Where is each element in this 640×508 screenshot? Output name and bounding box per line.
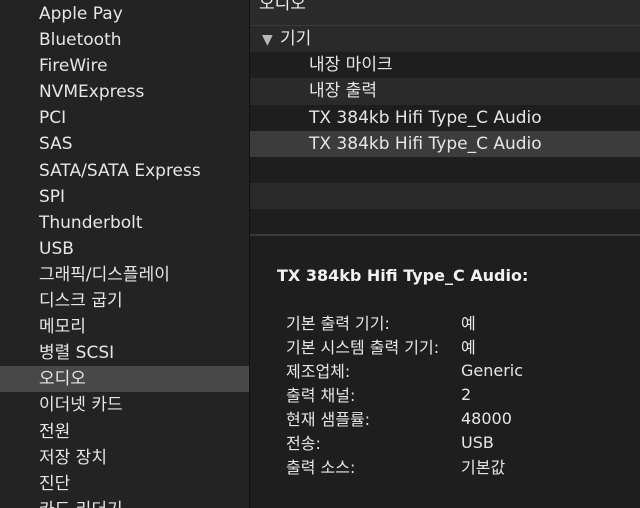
detail-title: TX 384kb Hifi Type_C Audio: (277, 266, 529, 285)
sidebar-item-card-reader[interactable]: 카드 리더기 (0, 497, 249, 508)
tree-row-builtin-output[interactable]: 내장 출력 (250, 78, 640, 105)
sidebar-item-storage[interactable]: 저장 장치 (0, 445, 249, 471)
tree-row-empty (250, 183, 640, 210)
sidebar-list: Apple Pay Bluetooth FireWire NVMExpress … (0, 1, 249, 508)
system-information-window: Apple Pay Bluetooth FireWire NVMExpress … (0, 0, 640, 508)
property-row: 제조업체: Generic (286, 358, 523, 382)
property-table: 기본 출력 기기: 예 기본 시스템 출력 기기: 예 제조업체: Generi… (286, 310, 523, 478)
property-key: 출력 채널: (286, 386, 356, 405)
property-key: 현재 샘플률: (286, 410, 371, 429)
property-row: 전송: USB (286, 430, 523, 454)
property-row: 출력 채널: 2 (286, 382, 523, 406)
property-value: 2 (461, 384, 472, 404)
property-value: 예 (461, 338, 476, 357)
sidebar[interactable]: Apple Pay Bluetooth FireWire NVMExpress … (0, 0, 250, 508)
main-pane: 오디오 ▼ 기기 내장 마이크 내장 출력 TX 384kb Hifi Type_… (250, 0, 640, 508)
sidebar-item-power[interactable]: 전원 (0, 419, 249, 445)
sidebar-item-graphics-display[interactable]: 그래픽/디스플레이 (0, 262, 249, 288)
sidebar-item-parallel-scsi[interactable]: 병렬 SCSI (0, 340, 249, 366)
tree-row-builtin-mic[interactable]: 내장 마이크 (250, 52, 640, 79)
sidebar-item-firewire[interactable]: FireWire (0, 53, 249, 79)
tree-row-tx-audio-2[interactable]: TX 384kb Hifi Type_C Audio (250, 130, 640, 157)
column-header-title: 오디오 (259, 0, 306, 14)
tree-row-empty (250, 156, 640, 184)
sidebar-item-disc-burning[interactable]: 디스크 굽기 (0, 288, 249, 314)
detail-pane: TX 384kb Hifi Type_C Audio: 기본 출력 기기: 예 … (250, 236, 640, 508)
tree-row-empty (250, 209, 640, 236)
property-value: 기본값 (461, 458, 506, 477)
property-key: 제조업체: (286, 362, 351, 381)
sidebar-item-audio[interactable]: 오디오 (0, 366, 249, 393)
property-key: 기본 시스템 출력 기기: (286, 338, 440, 357)
sidebar-item-nvmexpress[interactable]: NVMExpress (0, 79, 249, 105)
column-header[interactable]: 오디오 (250, 0, 640, 26)
property-key: 기본 출력 기기: (286, 314, 390, 333)
sidebar-item-sas[interactable]: SAS (0, 131, 249, 157)
property-key: 전송: (286, 434, 321, 453)
property-value: 48000 (461, 408, 512, 428)
tree-row-label: TX 384kb Hifi Type_C Audio (309, 107, 542, 128)
tree-row-label: 내장 마이크 (309, 55, 393, 76)
sidebar-item-ethernet-cards[interactable]: 이더넷 카드 (0, 392, 249, 418)
disclosure-triangle-down-icon[interactable]: ▼ (262, 27, 276, 53)
device-tree: ▼ 기기 내장 마이크 내장 출력 TX 384kb Hifi Type_C Au… (250, 26, 640, 236)
tree-row-tx-audio-1[interactable]: TX 384kb Hifi Type_C Audio (250, 104, 640, 131)
sidebar-item-memory[interactable]: 메모리 (0, 314, 249, 340)
sidebar-item-diagnostics[interactable]: 진단 (0, 471, 249, 497)
property-value: USB (461, 432, 494, 452)
tree-row-label: 내장 출력 (309, 81, 377, 102)
property-key: 출력 소스: (286, 458, 356, 477)
sidebar-item-usb[interactable]: USB (0, 236, 249, 262)
sidebar-item-spi[interactable]: SPI (0, 184, 249, 210)
property-row: 현재 샘플률: 48000 (286, 406, 523, 430)
sidebar-item-sata[interactable]: SATA/SATA Express (0, 158, 249, 184)
property-value: Generic (461, 360, 524, 380)
sidebar-item-pci[interactable]: PCI (0, 105, 249, 131)
tree-group-label: 기기 (280, 29, 312, 49)
tree-row-label: TX 384kb Hifi Type_C Audio (309, 133, 542, 154)
tree-group-row[interactable]: ▼ 기기 (250, 26, 640, 53)
property-row: 기본 출력 기기: 예 (286, 310, 523, 334)
sidebar-item-apple-pay[interactable]: Apple Pay (0, 1, 249, 27)
property-value: 예 (461, 314, 476, 333)
property-row: 기본 시스템 출력 기기: 예 (286, 334, 523, 358)
sidebar-item-thunderbolt[interactable]: Thunderbolt (0, 210, 249, 236)
sidebar-item-bluetooth[interactable]: Bluetooth (0, 27, 249, 53)
property-row: 출력 소스: 기본값 (286, 454, 523, 478)
